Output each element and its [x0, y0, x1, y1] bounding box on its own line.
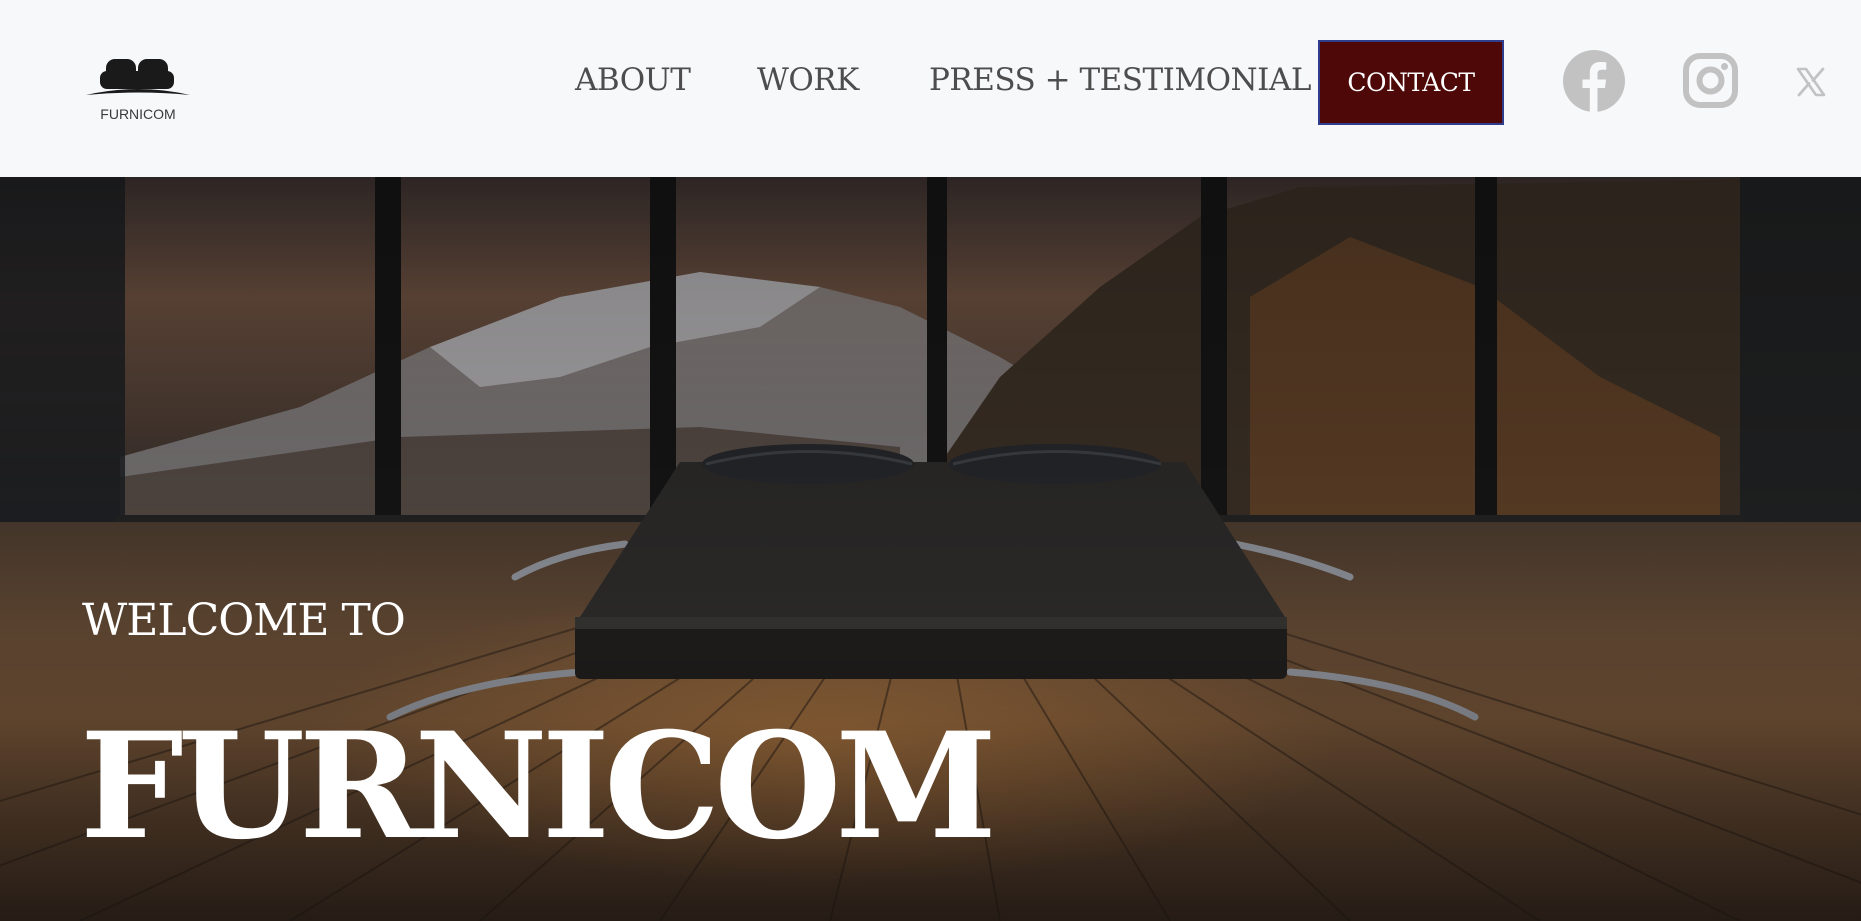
logo-wordmark: FURNICOM	[100, 106, 176, 122]
nav-press-testimonial[interactable]: PRESS + TESTIMONIAL	[929, 62, 1311, 98]
logo-link[interactable]: FURNICOM	[86, 52, 190, 128]
hero-section: WELCOME TO FURNICOM	[0, 177, 1861, 921]
site-header: FURNICOM ABOUT WORK PRESS + TESTIMONIAL …	[0, 0, 1861, 177]
x-icon	[1796, 67, 1826, 97]
instagram-link[interactable]	[1683, 53, 1738, 108]
instagram-icon	[1683, 53, 1738, 108]
facebook-link[interactable]	[1563, 50, 1625, 112]
facebook-icon	[1563, 50, 1625, 112]
hero-title: FURNICOM	[80, 701, 997, 872]
sofa-logo-icon	[86, 59, 190, 95]
x-link[interactable]	[1796, 67, 1826, 97]
nav-work[interactable]: WORK	[757, 62, 859, 98]
nav-about[interactable]: ABOUT	[575, 62, 691, 98]
hero-welcome-text: WELCOME TO	[82, 595, 406, 646]
contact-button[interactable]: CONTACT	[1318, 40, 1504, 125]
